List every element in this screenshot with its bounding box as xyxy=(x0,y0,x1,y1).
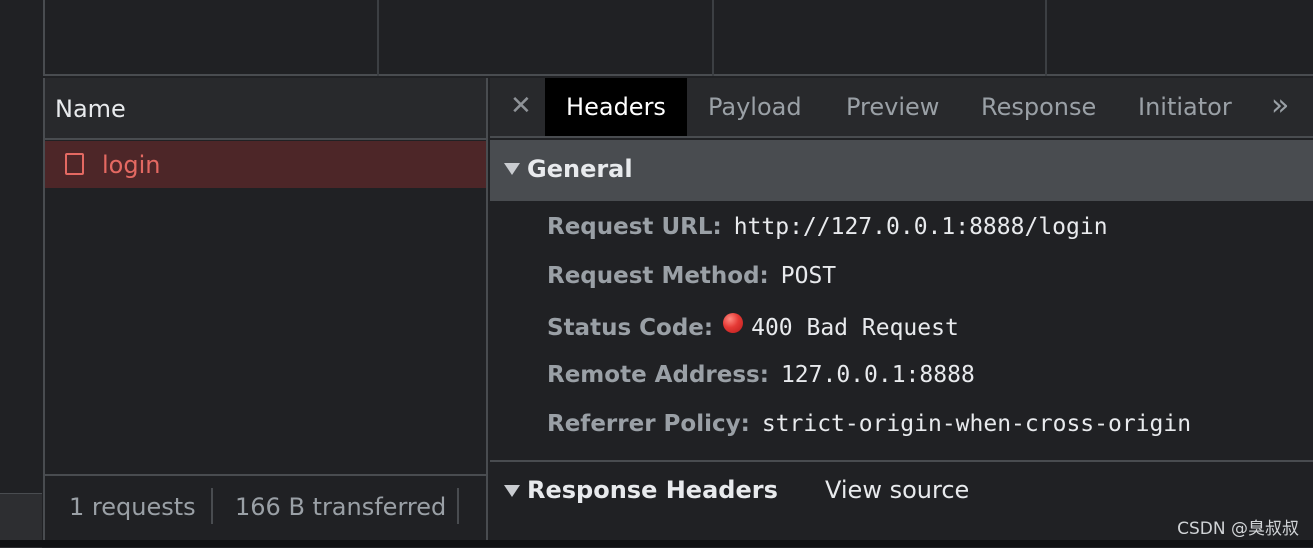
name-column-header[interactable]: Name xyxy=(45,78,486,140)
general-section-header[interactable]: General xyxy=(490,140,1313,201)
header-row-status-code: Status Code: 400 Bad Request xyxy=(547,313,959,347)
close-icon[interactable]: ✕ xyxy=(510,91,532,121)
header-key: Remote Address: xyxy=(547,362,769,388)
request-name: login xyxy=(102,151,161,179)
header-value[interactable]: POST xyxy=(781,263,836,289)
header-row-request-url: Request URL: http://127.0.0.1:8888/login xyxy=(547,214,1108,248)
request-list-pane: Name login 1 requests 166 B transferred xyxy=(43,78,488,547)
timeline-gridline xyxy=(712,0,714,76)
tab-payload[interactable]: Payload xyxy=(708,78,802,136)
red-dot-icon xyxy=(723,313,744,333)
tab-initiator[interactable]: Initiator xyxy=(1138,78,1232,136)
watermark: CSDN @臭叔叔 xyxy=(1177,519,1299,539)
triangle-down-icon xyxy=(504,485,520,497)
header-key: Request URL: xyxy=(547,214,722,240)
header-value[interactable]: strict-origin-when-cross-origin xyxy=(762,411,1191,437)
status-separator xyxy=(211,488,213,524)
tab-response[interactable]: Response xyxy=(981,78,1096,136)
bottom-edge xyxy=(0,540,1313,547)
status-bar: 1 requests 166 B transferred xyxy=(45,474,486,547)
view-source-link[interactable]: View source xyxy=(825,476,969,504)
timeline-gridline xyxy=(377,0,379,76)
name-column-label: Name xyxy=(55,95,126,123)
header-row-request-method: Request Method: POST xyxy=(547,263,836,297)
timeline-gridline xyxy=(1045,0,1047,76)
details-tab-bar: ✕ Headers Payload Preview Response Initi… xyxy=(490,78,1313,138)
document-icon xyxy=(65,153,84,175)
header-value[interactable]: 400 Bad Request xyxy=(751,315,959,341)
transferred-size: 166 B transferred xyxy=(235,493,447,521)
response-headers-section-header[interactable]: Response Headers View source xyxy=(490,462,1313,522)
network-timeline-overview[interactable] xyxy=(43,0,1313,76)
chevron-double-right-icon[interactable]: » xyxy=(1271,88,1289,123)
header-key: Referrer Policy: xyxy=(547,411,750,437)
request-details-pane: ✕ Headers Payload Preview Response Initi… xyxy=(490,78,1313,547)
general-section-title: General xyxy=(527,155,633,183)
response-headers-title: Response Headers xyxy=(527,476,778,504)
header-key: Request Method: xyxy=(547,263,769,289)
header-value[interactable]: 127.0.0.1:8888 xyxy=(781,362,975,388)
header-row-remote-address: Remote Address: 127.0.0.1:8888 xyxy=(547,362,975,396)
header-value[interactable]: http://127.0.0.1:8888/login xyxy=(734,214,1108,240)
triangle-down-icon xyxy=(504,163,520,175)
left-panel-edge xyxy=(0,0,42,548)
status-separator xyxy=(457,488,459,524)
header-key: Status Code: xyxy=(547,315,714,341)
tab-headers[interactable]: Headers xyxy=(545,78,687,136)
request-row-login[interactable]: login xyxy=(45,141,486,188)
header-row-referrer-policy: Referrer Policy: strict-origin-when-cross… xyxy=(547,411,1191,445)
tab-preview[interactable]: Preview xyxy=(846,78,939,136)
request-count: 1 requests xyxy=(69,493,196,521)
